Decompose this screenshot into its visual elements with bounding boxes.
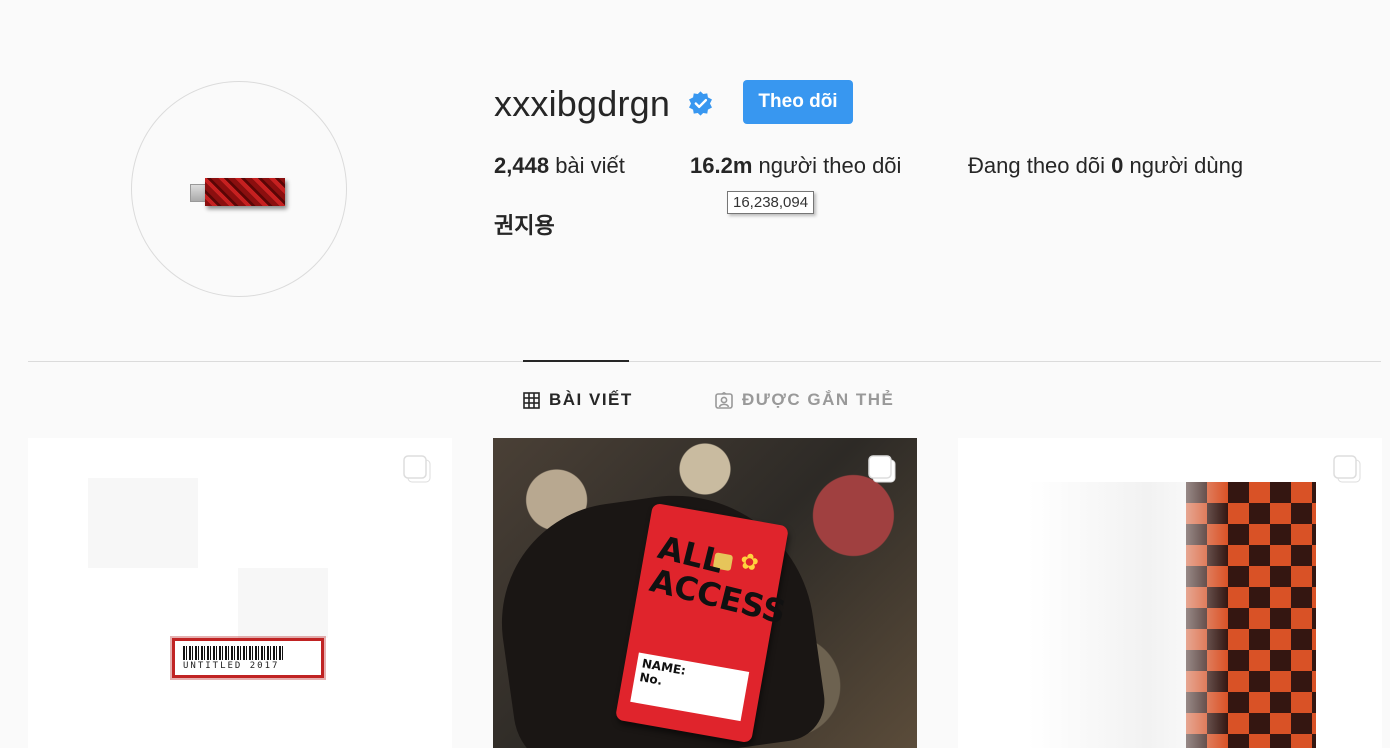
follow-button[interactable]: Theo dõi: [743, 80, 853, 124]
verified-badge-icon: [689, 91, 712, 116]
label-text: UNTITLED 2017: [183, 661, 280, 671]
tab-posts-label: BÀI VIẾT: [549, 390, 633, 409]
following-stat[interactable]: Đang theo dõi 0 người dùng: [968, 153, 1243, 179]
barcode-image: [183, 646, 283, 660]
posts-stat: 2,448 bài viết: [494, 153, 625, 179]
card-title: ALL ACCESS: [646, 528, 790, 632]
followers-tooltip: 16,238,094: [727, 191, 815, 214]
tagged-user-icon: [715, 391, 733, 409]
faded-artwork: [1028, 482, 1228, 748]
faded-artwork: [238, 568, 328, 638]
faded-artwork: [88, 478, 198, 568]
following-label: người dùng: [1129, 153, 1244, 178]
username: xxxibgdrgn: [494, 83, 671, 124]
post-tile[interactable]: [958, 438, 1382, 748]
posts-count: 2,448: [494, 153, 550, 178]
usb-drive-image: [190, 178, 286, 208]
following-prefix: Đang theo dõi: [968, 153, 1105, 178]
followers-stat[interactable]: 16.2m người theo dõi: [690, 153, 901, 179]
tab-tagged[interactable]: ĐƯỢC GẮN THẺ: [715, 390, 894, 410]
multi-photo-icon: [403, 455, 431, 483]
followers-label: người theo dõi: [758, 153, 902, 178]
untitled-label-artwork: UNTITLED 2017: [172, 638, 324, 678]
tab-tagged-label: ĐƯỢC GẮN THẺ: [742, 390, 895, 409]
posts-label: bài viết: [555, 153, 625, 178]
grid-icon: [523, 391, 540, 409]
profile-avatar[interactable]: [131, 81, 347, 297]
tabs-divider: [28, 361, 1381, 362]
full-name: 권지용: [494, 214, 555, 239]
card-fields: NAME: No.: [630, 652, 750, 722]
following-count: 0: [1111, 153, 1124, 178]
multi-photo-icon: [1333, 455, 1361, 483]
profile-page: xxxibgdrgn Theo dõi 2,448 bài viết 16.2m…: [0, 0, 1390, 748]
post-tile[interactable]: UNTITLED 2017: [28, 438, 452, 748]
active-tab-indicator: [523, 360, 629, 362]
post-tile[interactable]: ✿ ALL ACCESS NAME: No.: [493, 438, 917, 748]
multi-photo-icon: [868, 455, 896, 483]
tab-posts[interactable]: BÀI VIẾT: [523, 390, 633, 410]
followers-count: 16.2m: [690, 153, 753, 178]
